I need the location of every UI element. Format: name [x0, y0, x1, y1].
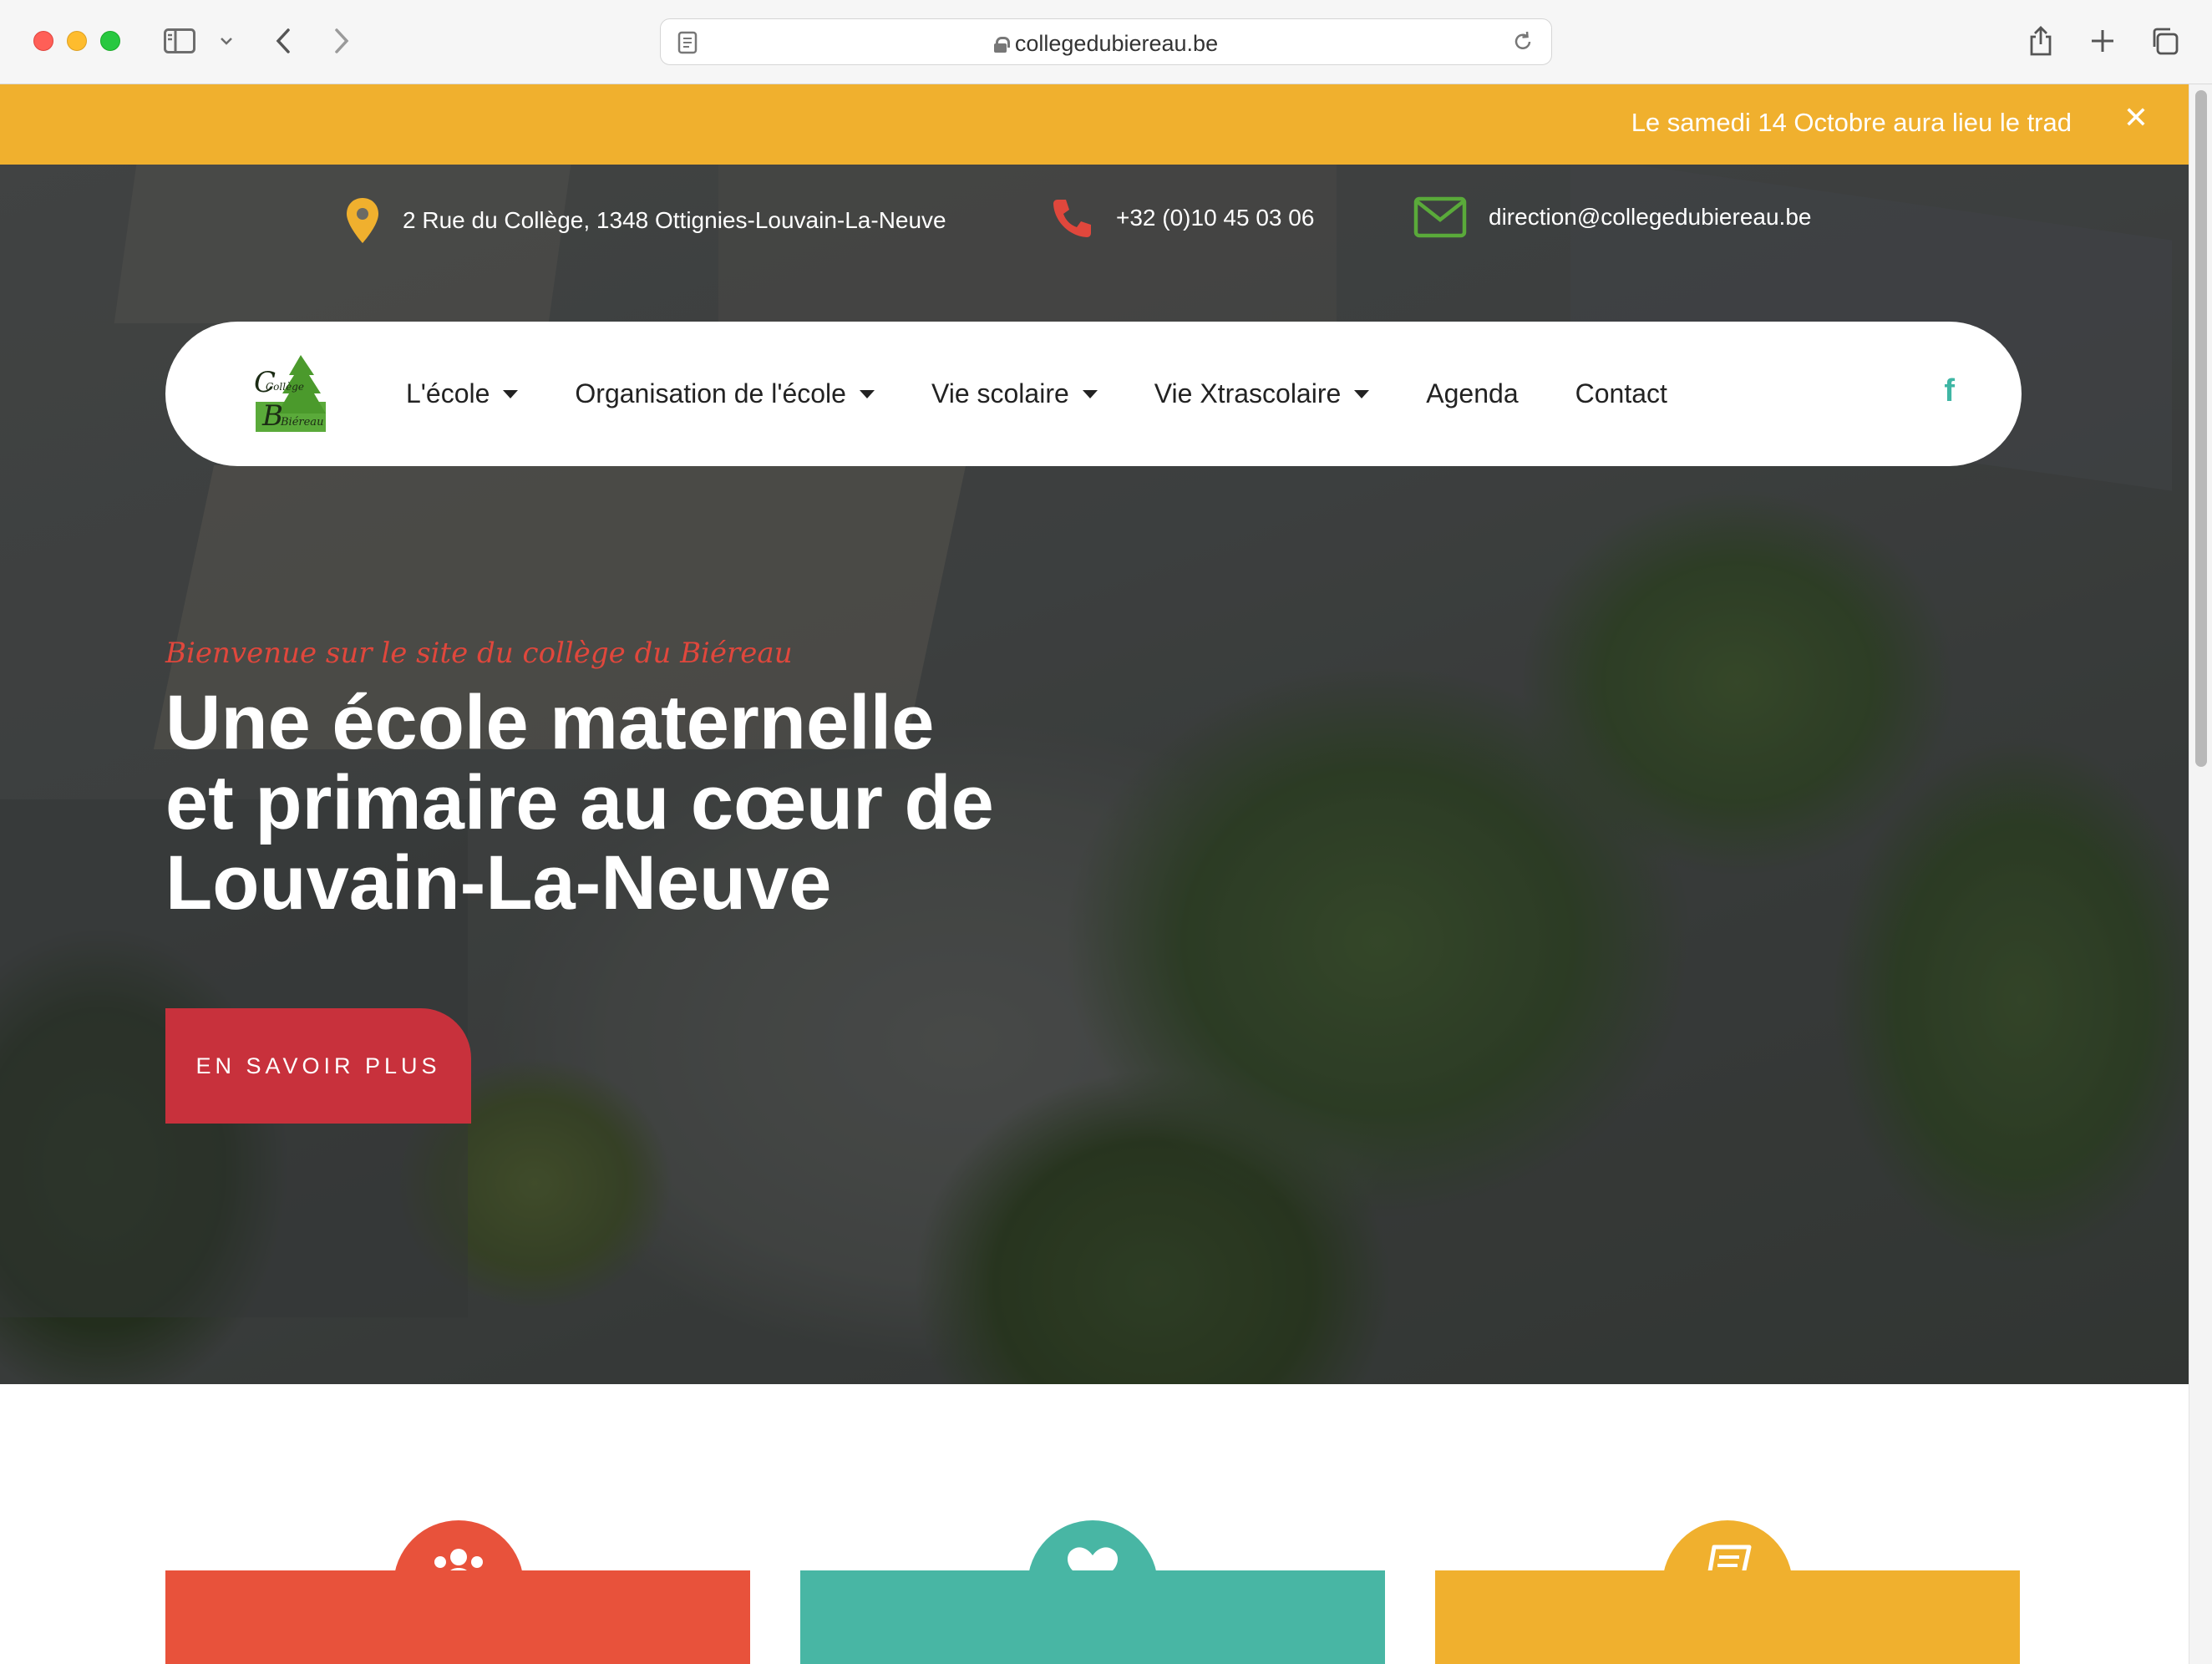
- nav-item-label: Organisation de l'école: [575, 378, 846, 408]
- dropdown-caret-icon: [1082, 389, 1098, 398]
- nav-item-vie-scolaire[interactable]: Vie scolaire: [931, 378, 1098, 409]
- nav-item-label: Agenda: [1426, 378, 1519, 408]
- url-display: collegedubiereau.be: [661, 31, 1551, 57]
- nav-item-label: Vie Xtrascolaire: [1154, 378, 1342, 408]
- headline-line: Louvain-La-Neuve: [165, 840, 832, 926]
- en-savoir-plus-button[interactable]: EN SAVOIR PLUS: [165, 1008, 471, 1124]
- nav-item-label: Vie scolaire: [931, 378, 1069, 408]
- browser-toolbar: collegedubiereau.be: [0, 0, 2212, 84]
- headline-line: et primaire au cœur de: [165, 760, 994, 845]
- announcement-bar: Le samedi 14 Octobre aura lieu le trad ✕: [0, 84, 2189, 165]
- facebook-icon[interactable]: f: [1944, 373, 1955, 409]
- email-text[interactable]: direction@collegedubiereau.be: [1489, 204, 1811, 231]
- school-logo[interactable]: C Collège B Biéreau: [252, 353, 329, 434]
- hero-tagline: Bienvenue sur le site du collège du Biér…: [165, 637, 793, 670]
- url-text: collegedubiereau.be: [1014, 31, 1219, 56]
- sidebar-toggle-icon[interactable]: [160, 22, 199, 60]
- location-pin-icon: [347, 198, 378, 243]
- address-bar[interactable]: collegedubiereau.be: [660, 18, 1552, 65]
- nav-item-label: L'école: [406, 378, 490, 408]
- phone-text[interactable]: +32 (0)10 45 03 06: [1116, 205, 1314, 231]
- new-tab-icon[interactable]: [2083, 22, 2122, 60]
- forward-icon[interactable]: [322, 22, 361, 60]
- headline-line: Une école maternelle: [165, 680, 935, 765]
- hero-section: 2 Rue du Collège, 1348 Ottignies-Louvain…: [0, 165, 2189, 1384]
- main-navigation: C Collège B Biéreau L'école Organisation…: [165, 322, 2022, 466]
- window-close-button[interactable]: [33, 31, 53, 51]
- back-icon[interactable]: [264, 22, 302, 60]
- nav-item-label: Contact: [1575, 378, 1667, 408]
- phone-icon: [1053, 200, 1091, 237]
- nav-item-agenda[interactable]: Agenda: [1426, 378, 1518, 409]
- email-info: direction@collegedubiereau.be: [1413, 196, 1811, 238]
- announcement-text[interactable]: Le samedi 14 Octobre aura lieu le trad: [1631, 108, 2072, 138]
- feature-card-values[interactable]: [800, 1570, 1385, 1664]
- lock-icon: [993, 37, 1010, 53]
- address-info: 2 Rue du Collège, 1348 Ottignies-Louvain…: [344, 196, 946, 245]
- window-maximize-button[interactable]: [100, 31, 120, 51]
- feature-card-community[interactable]: [165, 1570, 750, 1664]
- dropdown-caret-icon: [859, 389, 875, 398]
- dropdown-caret-icon: [1354, 389, 1370, 398]
- nav-item-contact[interactable]: Contact: [1575, 378, 1667, 409]
- phone-info: +32 (0)10 45 03 06: [1051, 196, 1314, 240]
- share-icon[interactable]: [2022, 22, 2060, 60]
- address-text: 2 Rue du Collège, 1348 Ottignies-Louvain…: [403, 207, 946, 233]
- hero-headline: Une école maternelle et primaire au cœur…: [165, 682, 1210, 923]
- logo-text-line2: Biéreau: [280, 416, 323, 429]
- dropdown-caret-icon: [503, 389, 519, 398]
- nav-item-ecole[interactable]: L'école: [406, 378, 519, 409]
- tab-overview-icon[interactable]: [2145, 22, 2184, 60]
- logo-text-line1: Collège: [266, 381, 304, 393]
- reload-icon[interactable]: [1511, 30, 1535, 58]
- chevron-down-icon[interactable]: [207, 22, 246, 60]
- nav-menu: L'école Organisation de l'école Vie scol…: [406, 322, 1724, 466]
- nav-item-organisation[interactable]: Organisation de l'école: [575, 378, 875, 409]
- scrollbar-thumb[interactable]: [2195, 90, 2207, 767]
- nav-item-vie-xtrascolaire[interactable]: Vie Xtrascolaire: [1154, 378, 1370, 409]
- browser-window: collegedubiereau.be Le samedi 14 Octobre…: [0, 0, 2212, 1664]
- feature-card-learning[interactable]: [1435, 1570, 2020, 1664]
- envelope-icon: [1413, 196, 1467, 238]
- window-minimize-button[interactable]: [67, 31, 87, 51]
- close-icon[interactable]: ✕: [2123, 103, 2149, 133]
